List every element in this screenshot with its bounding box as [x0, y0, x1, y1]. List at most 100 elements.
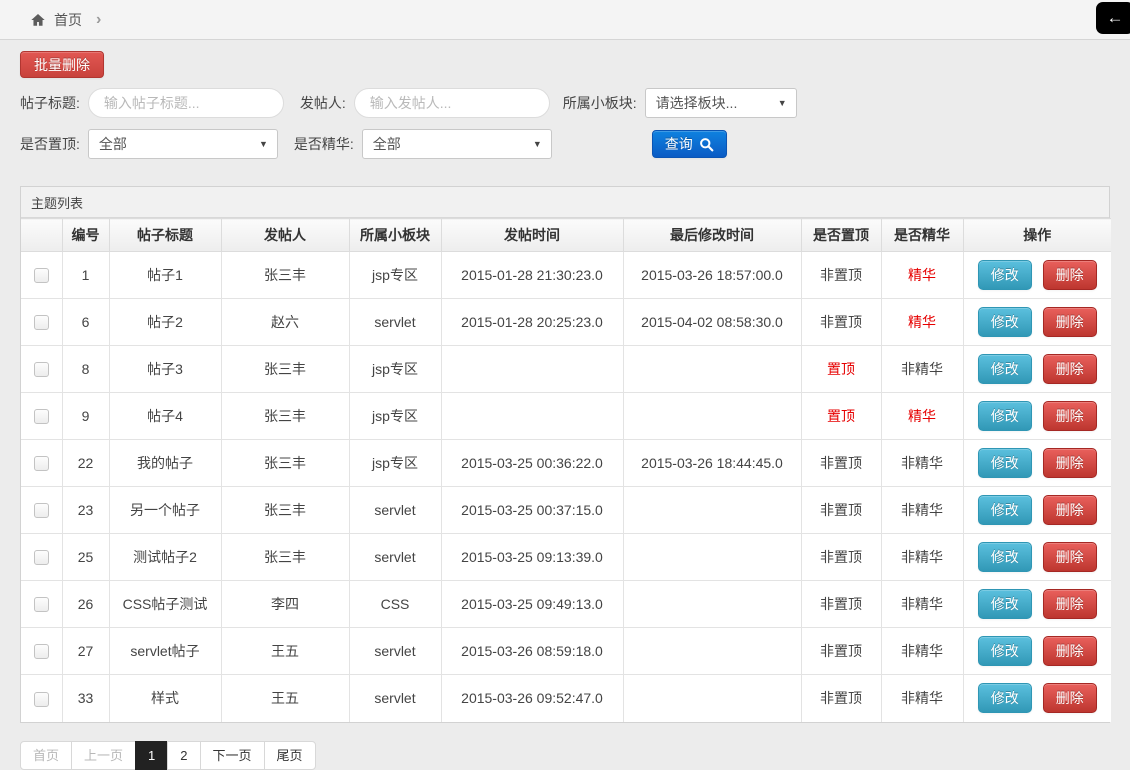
- cell-modified-time: [623, 487, 801, 534]
- cell-poster: 王五: [221, 628, 349, 675]
- edit-button[interactable]: 修改: [978, 542, 1032, 572]
- row-checkbox[interactable]: [34, 503, 49, 518]
- delete-button[interactable]: 删除: [1043, 683, 1097, 713]
- batch-delete-button[interactable]: 批量删除: [20, 51, 104, 78]
- breadcrumb-home[interactable]: 首页: [54, 10, 82, 30]
- cell-poster: 张三丰: [221, 487, 349, 534]
- cell-modified-time: [623, 346, 801, 393]
- row-checkbox[interactable]: [34, 409, 49, 424]
- header-title: 帖子标题: [109, 219, 221, 252]
- header-checkbox-column: [21, 219, 62, 252]
- delete-button[interactable]: 删除: [1043, 636, 1097, 666]
- cell-post-time: [441, 346, 623, 393]
- cell-title: 帖子2: [109, 299, 221, 346]
- table-row: 26 CSS帖子测试 李四 CSS 2015-03-25 09:49:13.0 …: [21, 581, 1111, 628]
- cell-board: jsp专区: [349, 393, 441, 440]
- delete-button[interactable]: 删除: [1043, 307, 1097, 337]
- delete-button[interactable]: 删除: [1043, 542, 1097, 572]
- page-button-last[interactable]: 尾页: [264, 741, 316, 770]
- sidebar-collapse-button[interactable]: ←: [1096, 2, 1130, 34]
- cell-pinned: 非置顶: [801, 252, 881, 299]
- cell-board: servlet: [349, 628, 441, 675]
- cell-actions: 修改 删除: [963, 581, 1111, 628]
- cell-actions: 修改 删除: [963, 487, 1111, 534]
- delete-button[interactable]: 删除: [1043, 589, 1097, 619]
- delete-button[interactable]: 删除: [1043, 495, 1097, 525]
- search-button[interactable]: 查询: [652, 130, 727, 158]
- cell-post-time: 2015-03-26 09:52:47.0: [441, 675, 623, 722]
- delete-button[interactable]: 删除: [1043, 448, 1097, 478]
- featured-select[interactable]: 全部 ▼: [362, 129, 552, 159]
- cell-title: 另一个帖子: [109, 487, 221, 534]
- header-featured: 是否精华: [881, 219, 963, 252]
- title-filter-label: 帖子标题:: [20, 93, 80, 113]
- row-checkbox[interactable]: [34, 597, 49, 612]
- cell-featured: 非精华: [881, 534, 963, 581]
- page-button-next[interactable]: 下一页: [200, 741, 265, 770]
- cell-checkbox: [21, 487, 62, 534]
- cell-featured: 非精华: [881, 487, 963, 534]
- breadcrumb-chevron-icon: ›: [96, 12, 101, 28]
- board-select[interactable]: 请选择板块... ▼: [645, 88, 797, 118]
- edit-button[interactable]: 修改: [978, 589, 1032, 619]
- cell-pinned: 非置顶: [801, 534, 881, 581]
- panel-title: 主题列表: [21, 187, 1109, 218]
- row-checkbox[interactable]: [34, 268, 49, 283]
- cell-pinned: 非置顶: [801, 440, 881, 487]
- delete-button[interactable]: 删除: [1043, 354, 1097, 384]
- header-id: 编号: [62, 219, 109, 252]
- cell-title: 帖子1: [109, 252, 221, 299]
- cell-actions: 修改 删除: [963, 346, 1111, 393]
- row-checkbox[interactable]: [34, 644, 49, 659]
- header-post-time: 发帖时间: [441, 219, 623, 252]
- edit-button[interactable]: 修改: [978, 448, 1032, 478]
- cell-checkbox: [21, 534, 62, 581]
- cell-modified-time: [623, 581, 801, 628]
- cell-id: 22: [62, 440, 109, 487]
- edit-button[interactable]: 修改: [978, 401, 1032, 431]
- edit-button[interactable]: 修改: [978, 354, 1032, 384]
- delete-button[interactable]: 删除: [1043, 401, 1097, 431]
- search-button-label: 查询: [665, 134, 693, 154]
- cell-post-time: 2015-03-25 00:37:15.0: [441, 487, 623, 534]
- home-icon[interactable]: [30, 12, 46, 28]
- edit-button[interactable]: 修改: [978, 307, 1032, 337]
- cell-id: 26: [62, 581, 109, 628]
- row-checkbox[interactable]: [34, 456, 49, 471]
- pinned-select[interactable]: 全部 ▼: [88, 129, 278, 159]
- row-checkbox[interactable]: [34, 362, 49, 377]
- row-checkbox[interactable]: [34, 550, 49, 565]
- table-row: 1 帖子1 张三丰 jsp专区 2015-01-28 21:30:23.0 20…: [21, 252, 1111, 299]
- page-button-page-2[interactable]: 2: [167, 741, 200, 770]
- cell-actions: 修改 删除: [963, 675, 1111, 722]
- cell-poster: 张三丰: [221, 252, 349, 299]
- search-icon: [699, 137, 714, 152]
- cell-featured: 精华: [881, 299, 963, 346]
- topic-table-header: 编号 帖子标题 发帖人 所属小板块 发帖时间 最后修改时间 是否置顶 是否精华 …: [21, 219, 1111, 252]
- featured-select-value: 全部: [373, 134, 401, 154]
- header-actions: 操作: [963, 219, 1111, 252]
- pagination: 首页上一页12下一页尾页: [20, 741, 316, 770]
- cell-poster: 张三丰: [221, 440, 349, 487]
- edit-button[interactable]: 修改: [978, 636, 1032, 666]
- row-checkbox[interactable]: [34, 315, 49, 330]
- title-filter-input[interactable]: [88, 88, 284, 118]
- cell-pinned: 非置顶: [801, 299, 881, 346]
- left-arrow-icon: ←: [1107, 8, 1124, 28]
- cell-id: 23: [62, 487, 109, 534]
- poster-filter-input[interactable]: [354, 88, 550, 118]
- board-filter-label: 所属小板块:: [563, 93, 637, 113]
- cell-id: 33: [62, 675, 109, 722]
- table-row: 27 servlet帖子 王五 servlet 2015-03-26 08:59…: [21, 628, 1111, 675]
- row-checkbox[interactable]: [34, 692, 49, 707]
- edit-button[interactable]: 修改: [978, 683, 1032, 713]
- edit-button[interactable]: 修改: [978, 495, 1032, 525]
- page-button-page-1[interactable]: 1: [135, 741, 168, 770]
- featured-filter-label: 是否精华:: [294, 134, 354, 154]
- cell-title: CSS帖子测试: [109, 581, 221, 628]
- cell-pinned: 非置顶: [801, 581, 881, 628]
- delete-button[interactable]: 删除: [1043, 260, 1097, 290]
- cell-pinned: 置顶: [801, 346, 881, 393]
- edit-button[interactable]: 修改: [978, 260, 1032, 290]
- cell-post-time: 2015-03-25 09:13:39.0: [441, 534, 623, 581]
